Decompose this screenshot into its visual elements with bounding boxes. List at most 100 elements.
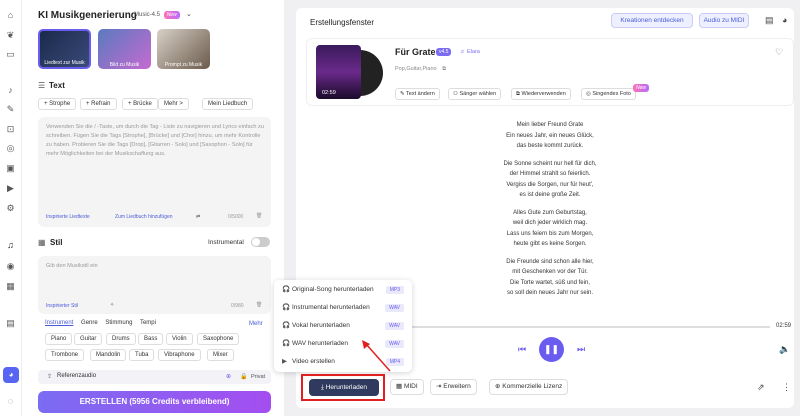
audio-to-midi-button[interactable]: Audio zu MIDI xyxy=(699,13,749,28)
lyric-line: Alles Gute zum Geburtstag, xyxy=(513,209,587,216)
instrument-chip[interactable]: Tuba xyxy=(129,349,155,361)
singing-photo-button[interactable]: ◎ Singendes Foto xyxy=(581,88,636,100)
add-bridge-chip[interactable]: + Brücke xyxy=(122,98,158,110)
format-badge: WAV xyxy=(385,304,404,312)
previous-icon[interactable]: ⏮ xyxy=(518,344,526,355)
more-chip[interactable]: Mehr > xyxy=(158,98,189,110)
model-selector[interactable]: Music-4.5 New xyxy=(134,11,180,19)
inspire-style-link[interactable]: Inspirierter Stil xyxy=(46,303,78,309)
lyric-line: es ist deine große Zeit. xyxy=(519,192,581,198)
magic-icon[interactable]: ✧ xyxy=(110,302,114,308)
add-songbook-link[interactable]: Zum Liedbuch hinzufügen xyxy=(115,214,173,220)
download-button[interactable]: ⤓ Herunterladen xyxy=(309,379,379,396)
mode-lyrics-to-music[interactable]: Liedtext zur Musik xyxy=(38,29,91,69)
lyric-line xyxy=(440,152,660,159)
discover-button[interactable]: Kreationen entdecken xyxy=(611,13,693,28)
download-vocal-item[interactable]: 🎧 Vokal herunterladen xyxy=(282,320,350,332)
voice-icon[interactable]: ◎ xyxy=(5,143,16,154)
instrument-chip[interactable]: Saxophone xyxy=(197,333,240,345)
volume-icon[interactable]: 🔈 xyxy=(779,344,790,355)
folder-icon[interactable]: ▭ xyxy=(5,49,16,60)
mode-prompt-to-music[interactable]: Prompt zu Musik xyxy=(157,29,210,69)
text-icon: ☰ xyxy=(38,81,46,90)
download-original-item[interactable]: 🎧 Original-Song herunterladen xyxy=(282,284,374,296)
music-note-icon[interactable]: ♫ xyxy=(5,240,16,251)
icon-rail: ⌂ ❦ ▭ ♪ ✎ ⊡ ◎ ▣ ▶ ⚙ ♫ ◉ ▦ ▤ ◕ ◌ xyxy=(0,0,22,416)
trash-icon[interactable]: 🗑 xyxy=(256,302,262,308)
more-icon[interactable]: ⋮ xyxy=(782,382,791,393)
add-chorus-chip[interactable]: + Refrain xyxy=(80,98,117,110)
instrument-chip[interactable]: Mandolin xyxy=(90,349,127,361)
tab-genre[interactable]: Genre xyxy=(81,320,98,326)
instrument-chip[interactable]: Violin xyxy=(166,333,193,345)
instrument-chip[interactable]: Trombone xyxy=(45,349,85,361)
annotation-arrow xyxy=(362,340,391,372)
lyric-line: Die Torte wartet, süß und fein, xyxy=(510,279,590,286)
trash-icon[interactable]: 🗑 xyxy=(256,213,262,219)
more-link[interactable]: Mehr xyxy=(249,321,263,327)
tab-instrument[interactable]: Instrument xyxy=(45,320,73,326)
instrument-chip[interactable]: Vibraphone xyxy=(158,349,201,361)
page-title: KI Musikgenerierung xyxy=(38,10,137,21)
pause-button[interactable]: ❚❚ xyxy=(539,337,564,362)
heart-icon[interactable]: ♡ xyxy=(775,47,783,58)
discord-icon[interactable]: ◕ xyxy=(3,367,19,383)
upload-icon[interactable]: ⇪ xyxy=(47,373,52,380)
tab-tempo[interactable]: Tempi xyxy=(140,320,156,326)
lyric-line: Ein neues Jahr, ein neues Glück, xyxy=(506,132,594,139)
tools-icon[interactable]: ⚙ xyxy=(5,203,16,214)
grid-icon[interactable]: ▦ xyxy=(5,281,16,292)
instrument-chip[interactable]: Bass xyxy=(138,333,164,345)
lyric-line: Die Freunde sind schon alle hier, xyxy=(506,258,594,265)
share-icon[interactable]: ⇗ xyxy=(757,382,765,393)
instrument-chip[interactable]: Guitar xyxy=(74,333,103,345)
tab-mood[interactable]: Stimmung xyxy=(105,320,132,326)
songbook-chip[interactable]: Mein Liedbuch xyxy=(202,98,254,110)
edit-text-button[interactable]: ✎ Text ändern xyxy=(395,88,440,100)
document-icon[interactable]: ▤ xyxy=(5,318,16,329)
choose-singer-button[interactable]: ⚇ Sänger wählen xyxy=(448,88,502,100)
download-wav-item[interactable]: 🎧 WAV herunterladen xyxy=(282,338,348,350)
scan-icon[interactable]: ⊡ xyxy=(5,124,16,135)
music-box-icon[interactable]: ♪ xyxy=(5,85,16,96)
midi-button[interactable]: ▦ MIDI xyxy=(390,379,424,395)
mode-image-to-music[interactable]: Bild zu Musik xyxy=(98,29,151,69)
instrumental-label: Instrumental xyxy=(208,239,244,246)
style-placeholder: Gib den Musikstil ein xyxy=(46,263,98,269)
instrument-chip[interactable]: Drums xyxy=(106,333,136,345)
instrumental-toggle[interactable] xyxy=(251,237,270,247)
create-video-item[interactable]: ▶ Video erstellen xyxy=(282,356,335,368)
copy-icon[interactable]: ⧉ xyxy=(442,66,446,72)
shuffle-icon[interactable]: ⇄ xyxy=(196,214,200,220)
plus-icon[interactable]: ⊕ xyxy=(226,373,231,380)
download-instrumental-item[interactable]: 🎧 Instrumental herunterladen xyxy=(282,302,370,314)
reference-audio-button[interactable]: Referenzaudio xyxy=(57,373,96,379)
reuse-button[interactable]: ⧉ Wiederverwenden xyxy=(511,88,571,100)
instrument-chip[interactable]: Piano xyxy=(45,333,73,345)
format-badge: WAV xyxy=(385,322,404,330)
text-section-title: Text xyxy=(49,81,65,90)
edit-icon[interactable]: ✎ xyxy=(5,104,16,115)
create-button[interactable]: ERSTELLEN (5956 Credits verbleibend) xyxy=(38,391,271,413)
next-icon[interactable]: ⏭ xyxy=(577,344,585,355)
discord-icon[interactable]: ◕ xyxy=(782,15,787,25)
artist-name[interactable]: ♬ Elara xyxy=(460,49,480,55)
headphones-icon: 🎧 xyxy=(282,286,291,293)
add-verse-chip[interactable]: + Strophe xyxy=(38,98,77,110)
leaf-icon[interactable]: ❦ xyxy=(5,30,16,41)
home-icon[interactable]: ⌂ xyxy=(5,10,16,21)
chevron-down-icon[interactable]: ⌄ xyxy=(186,10,192,18)
library-icon[interactable]: ▤ xyxy=(765,15,774,26)
inspire-lyrics-link[interactable]: Inspirierte Liedtexte xyxy=(46,214,90,220)
video-icon[interactable]: ▶ xyxy=(5,183,16,194)
instrument-chip[interactable]: Mixer xyxy=(207,349,234,361)
commercial-license-button[interactable]: ⊕ Kommerzielle Lizenz xyxy=(489,379,569,395)
chat-icon[interactable]: ◌ xyxy=(5,396,16,407)
lyric-line xyxy=(440,201,660,208)
disc-icon[interactable]: ◉ xyxy=(5,261,16,272)
lyrics-textarea[interactable]: Verwenden Sie die / -Taste, um durch die… xyxy=(38,117,271,227)
extend-button[interactable]: ⇥ Erweitern xyxy=(430,379,477,395)
private-toggle[interactable]: Privat xyxy=(251,374,265,380)
style-icon: ▦ xyxy=(38,238,46,247)
image-icon[interactable]: ▣ xyxy=(5,163,16,174)
